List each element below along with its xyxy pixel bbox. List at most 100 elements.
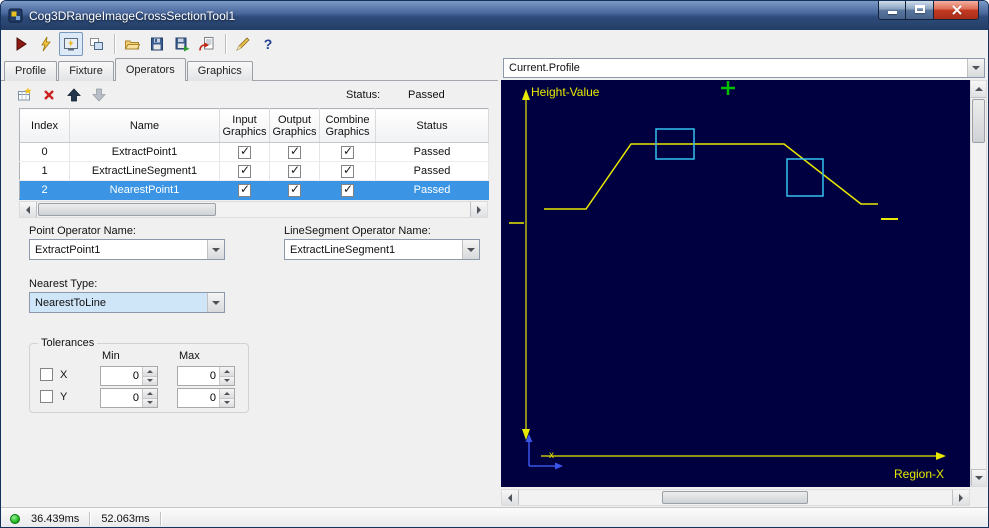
arrow-right-icon: [959, 493, 963, 502]
profile-display[interactable]: Height-Value Region-X x: [501, 80, 970, 487]
display-source-combo[interactable]: Current.Profile: [503, 58, 985, 78]
save-file-icon: [151, 37, 163, 51]
status-value: Passed: [408, 89, 445, 101]
spin-up-button[interactable]: [220, 367, 234, 377]
column-header-index[interactable]: Index: [19, 108, 70, 143]
open-file-button[interactable]: [120, 32, 144, 56]
point-operator-value: ExtractPoint1: [35, 243, 101, 256]
move-up-button[interactable]: [65, 86, 83, 104]
column-header-status[interactable]: Status: [375, 108, 489, 143]
tab-operators[interactable]: Operators: [114, 58, 186, 81]
add-operator-icon: [18, 87, 32, 101]
live-display-button[interactable]: [59, 32, 83, 56]
cell-status: Passed: [375, 142, 489, 162]
nearest-type-combo[interactable]: NearestToLine: [29, 292, 225, 313]
tab-graphics[interactable]: Graphics: [186, 61, 253, 81]
column-header-input-graphics[interactable]: Input Graphics: [219, 108, 270, 143]
combine-graphics-checkbox[interactable]: [341, 163, 354, 178]
chevron-down-icon: [212, 300, 220, 305]
cross-marker[interactable]: [721, 81, 735, 95]
tab-profile[interactable]: Profile: [4, 61, 58, 81]
column-header-output-graphics[interactable]: Output Graphics: [269, 108, 320, 143]
scroll-left-button[interactable]: [20, 202, 37, 217]
scroll-right-button[interactable]: [952, 490, 969, 505]
titlebar[interactable]: Cog3DRangeImageCrossSectionTool1: [1, 1, 988, 30]
display-vertical-scrollbar[interactable]: [970, 80, 987, 487]
scroll-down-button[interactable]: [971, 469, 986, 486]
run-button[interactable]: [9, 32, 33, 56]
dropdown-button[interactable]: [207, 293, 224, 312]
save-results-button[interactable]: [170, 32, 194, 56]
setup-button[interactable]: [231, 32, 255, 56]
minimize-icon[interactable]: [878, 1, 906, 20]
arrow-up-icon: [974, 87, 983, 91]
point-operator-combo[interactable]: ExtractPoint1: [29, 239, 225, 260]
import-icon: [199, 37, 214, 51]
spin-up-button[interactable]: [143, 367, 157, 377]
tolerance-row-x: X: [40, 368, 67, 381]
tolerance-x-min-stepper[interactable]: [100, 366, 158, 386]
table-row[interactable]: 0 ExtractPoint1 Passed: [19, 142, 489, 162]
save-file-button[interactable]: [145, 32, 169, 56]
scroll-left-button[interactable]: [502, 490, 519, 505]
output-graphics-checkbox[interactable]: [288, 182, 301, 197]
dropdown-button[interactable]: [462, 240, 479, 259]
tolerance-y-checkbox[interactable]: [40, 390, 53, 403]
linesegment-operator-combo[interactable]: ExtractLineSegment1: [284, 239, 480, 260]
scroll-thumb[interactable]: [662, 491, 808, 504]
move-down-button[interactable]: [90, 86, 108, 104]
scroll-up-button[interactable]: [971, 81, 986, 98]
dropdown-button[interactable]: [967, 59, 984, 77]
window-icon: [8, 8, 23, 23]
tolerance-x-checkbox[interactable]: [40, 368, 53, 381]
electric-run-button[interactable]: [34, 32, 58, 56]
import-button[interactable]: [195, 32, 219, 56]
tolerance-y-min-stepper[interactable]: [100, 388, 158, 408]
combine-graphics-checkbox[interactable]: [341, 182, 354, 197]
add-operator-button[interactable]: [15, 86, 33, 104]
input-graphics-checkbox[interactable]: [238, 163, 251, 178]
scroll-thumb[interactable]: [972, 99, 985, 143]
help-button[interactable]: ?: [256, 32, 280, 56]
spin-down-button[interactable]: [143, 376, 157, 385]
tolerance-y-min-input[interactable]: [101, 389, 142, 407]
arrow-left-icon: [26, 205, 30, 214]
close-icon[interactable]: [934, 1, 979, 20]
spin-up-button[interactable]: [143, 389, 157, 399]
dropdown-button[interactable]: [207, 240, 224, 259]
table-row[interactable]: 1 ExtractLineSegment1 Passed: [19, 161, 489, 181]
chevron-down-icon: [467, 247, 475, 252]
point-operator-label: Point Operator Name:: [29, 225, 136, 237]
tolerance-x-max-input[interactable]: [178, 367, 219, 385]
column-header-name[interactable]: Name: [69, 108, 220, 143]
chevron-down-icon: [972, 66, 980, 70]
profile-graphics: Height-Value Region-X x: [509, 81, 946, 481]
combine-graphics-checkbox[interactable]: [341, 144, 354, 159]
output-graphics-checkbox[interactable]: [288, 163, 301, 178]
spin-down-button[interactable]: [220, 376, 234, 385]
spin-down-button[interactable]: [220, 398, 234, 407]
search-region-box[interactable]: [786, 158, 824, 197]
tolerance-y-max-input[interactable]: [178, 389, 219, 407]
tolerance-y-max-stepper[interactable]: [177, 388, 235, 408]
input-graphics-checkbox[interactable]: [238, 182, 251, 197]
tolerance-x-max-stepper[interactable]: [177, 366, 235, 386]
maximize-icon[interactable]: [906, 1, 934, 20]
input-graphics-checkbox[interactable]: [238, 144, 251, 159]
delete-operator-button[interactable]: [40, 86, 58, 104]
tolerance-x-min-input[interactable]: [101, 367, 142, 385]
tab-fixture[interactable]: Fixture: [58, 61, 114, 81]
display-horizontal-scrollbar[interactable]: [501, 489, 970, 506]
delete-operator-icon: [44, 90, 54, 100]
table-horizontal-scrollbar[interactable]: [19, 201, 488, 218]
column-header-combine-graphics[interactable]: Combine Graphics: [319, 108, 376, 143]
float-display-button[interactable]: [84, 32, 108, 56]
output-graphics-checkbox[interactable]: [288, 144, 301, 159]
spin-up-button[interactable]: [220, 389, 234, 399]
window-controls: [878, 1, 979, 20]
scroll-right-button[interactable]: [470, 202, 487, 217]
spin-down-button[interactable]: [143, 398, 157, 407]
scroll-thumb[interactable]: [38, 203, 216, 216]
table-row-selected[interactable]: 2 NearestPoint1 Passed: [19, 180, 489, 200]
toolbar-separator: [225, 34, 226, 54]
